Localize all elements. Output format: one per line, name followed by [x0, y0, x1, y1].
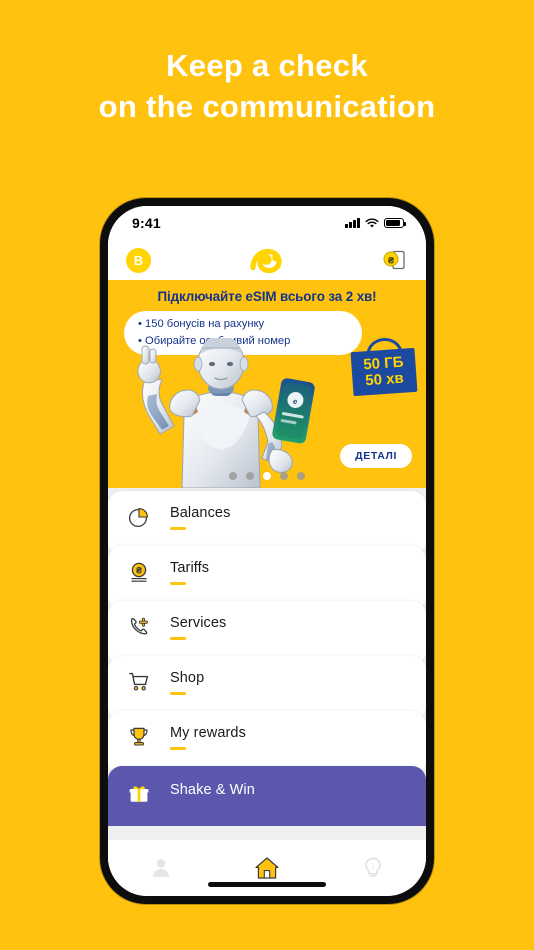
hryvnia-coin-icon: ₴	[128, 560, 158, 584]
page-title: Keep a check on the communication	[0, 46, 534, 128]
shopping-cart-icon	[128, 670, 158, 694]
home-indicator	[208, 882, 326, 887]
svg-text:₴: ₴	[388, 255, 395, 266]
carousel-dot[interactable]	[280, 472, 288, 480]
underline-dash	[170, 527, 186, 530]
banner-title: Підключайте eSIM всього за 2 хв!	[157, 289, 377, 304]
list-item-label: My rewards	[170, 725, 246, 741]
cellular-signal-icon	[345, 218, 360, 228]
list-item-label: Services	[170, 615, 227, 631]
svg-text:₴: ₴	[136, 566, 142, 576]
robot-illustration: e	[137, 338, 315, 488]
underline-dash	[170, 747, 186, 750]
list-item-label: Balances	[170, 505, 231, 521]
details-button[interactable]: ДЕТАЛІ	[340, 444, 412, 468]
promo-screenshot: Keep a check on the communication 9:41 B…	[0, 0, 534, 950]
carousel-dot[interactable]	[297, 472, 305, 480]
person-icon	[152, 859, 170, 877]
list-item-shake-and-win[interactable]: Shake & Win	[108, 766, 426, 826]
headline-line-1: Keep a check	[166, 48, 368, 83]
avatar[interactable]: B	[126, 247, 151, 273]
underline-dash	[170, 637, 186, 640]
beeline-logo	[249, 248, 282, 273]
list-item-label: Shop	[170, 670, 205, 686]
house-icon	[255, 857, 279, 879]
gift-icon	[128, 782, 158, 806]
phone-plus-icon	[128, 615, 158, 639]
banner-bullet-1: • 150 бонусів на рахунку	[138, 318, 265, 330]
headline-line-2: on the communication	[98, 88, 436, 124]
gift-line-2: 50 хв	[364, 369, 405, 390]
wallet-topup-icon[interactable]: ₴	[382, 248, 408, 272]
list-item-label: Shake & Win	[170, 782, 255, 798]
status-time: 9:41	[132, 215, 161, 231]
tab-profile[interactable]	[145, 853, 177, 883]
menu-list: Balances ₴ Tariffs Services Shop My rewa…	[108, 488, 426, 840]
status-bar: 9:41	[108, 206, 426, 240]
battery-icon	[384, 218, 407, 228]
phone-mockup: 9:41 B ₴ Підключайте eSIM всього за 2 хв…	[100, 198, 434, 904]
carousel-dot-active[interactable]	[263, 472, 271, 480]
app-header: B ₴	[108, 240, 426, 280]
bottom-nav: i	[108, 840, 426, 896]
phone-screen: 9:41 B ₴ Підключайте eSIM всього за 2 хв…	[108, 206, 426, 896]
pie-chart-icon	[128, 505, 158, 529]
underline-dash	[170, 692, 186, 695]
trophy-icon	[128, 725, 158, 749]
svg-text:i: i	[372, 861, 375, 871]
promo-banner[interactable]: Підключайте eSIM всього за 2 хв! • 150 б…	[108, 280, 426, 488]
lightbulb-icon: i	[365, 857, 381, 877]
underline-dash	[170, 582, 186, 585]
tab-info[interactable]: i	[357, 853, 389, 883]
carousel-dots[interactable]	[108, 472, 426, 480]
carousel-dot[interactable]	[246, 472, 254, 480]
list-item-label: Tariffs	[170, 560, 210, 576]
gift-badge: 50 ГБ 50 хв	[350, 336, 418, 397]
wifi-icon	[365, 217, 379, 228]
carousel-dot[interactable]	[229, 472, 237, 480]
gift-box: 50 ГБ 50 хв	[350, 347, 418, 397]
tab-home[interactable]	[251, 853, 283, 883]
status-icons	[345, 217, 407, 229]
